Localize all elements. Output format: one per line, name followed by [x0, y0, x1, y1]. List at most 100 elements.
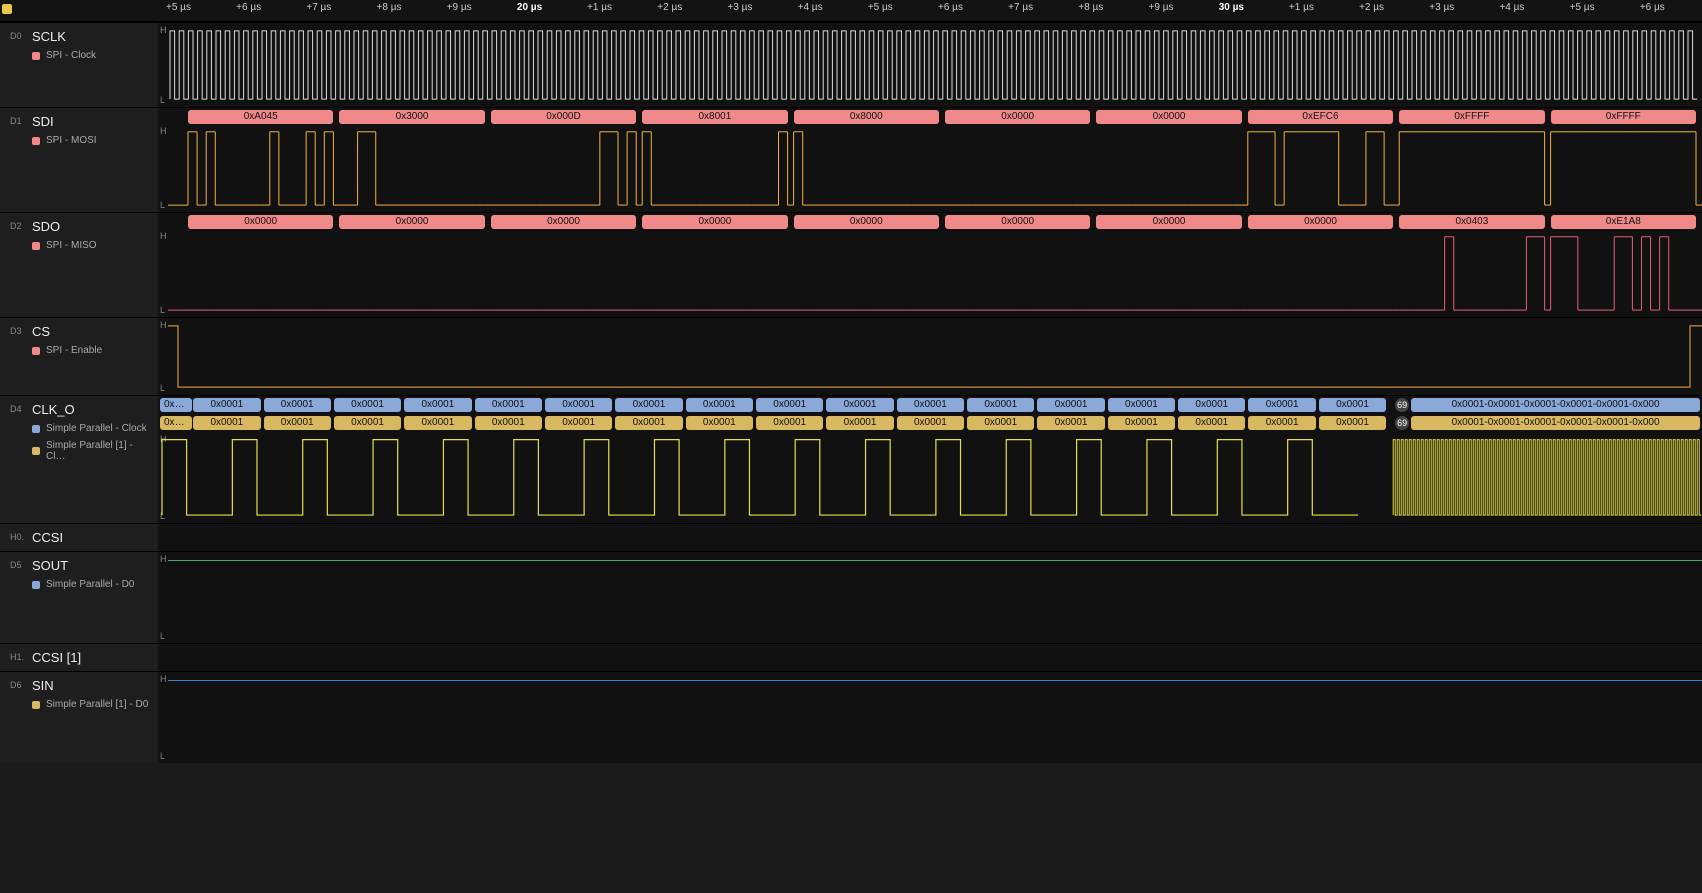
channel-gutter[interactable]: D5 SOUT Simple Parallel - D0	[0, 552, 158, 643]
decoded-value[interactable]: 0x0001	[334, 398, 401, 412]
decoded-value[interactable]: 0x0001	[615, 416, 682, 430]
decoded-value[interactable]: 0x0001	[1248, 398, 1315, 412]
decoded-value[interactable]: 0x0001	[1178, 416, 1245, 430]
decoder-color-swatch	[32, 701, 40, 709]
channel-gutter[interactable]: H0. CCSI	[0, 524, 158, 551]
decoded-value[interactable]: 0xA045	[188, 110, 333, 124]
decoded-value[interactable]: 0x0001	[545, 398, 612, 412]
channel-gutter[interactable]: D4 CLK_O Simple Parallel - Clock Simple …	[0, 396, 158, 523]
decoded-value[interactable]: 0x0001	[1319, 398, 1386, 412]
decoded-value[interactable]: 0xFFFF	[1399, 110, 1544, 124]
level-high-label: H	[160, 554, 167, 564]
decoder-color-swatch	[32, 347, 40, 355]
waveform-track[interactable]: H L	[158, 552, 1702, 643]
ruler-tick: +3 µs	[727, 0, 752, 21]
waveform-track[interactable]	[158, 644, 1702, 671]
decoded-value[interactable]: 0x0001-0x0001-0x0001-0x0001-0x0001-0x000	[1411, 416, 1700, 430]
decoded-value[interactable]: 0x000D	[491, 110, 636, 124]
channel-gutter[interactable]: D2 SDO SPI - MISO	[0, 213, 158, 317]
decoded-value[interactable]: 0x0001	[897, 416, 964, 430]
decoder-tag[interactable]: SPI - MISO	[32, 240, 152, 251]
channel-gutter[interactable]: H1. CCSI [1]	[0, 644, 158, 671]
decoded-value[interactable]: 0x0001	[264, 398, 331, 412]
decoder-label: Simple Parallel - D0	[46, 579, 134, 590]
waveform-track[interactable]: H L	[158, 23, 1702, 107]
channel-gutter[interactable]: D1 SDI SPI - MOSI	[0, 108, 158, 212]
waveform-track[interactable]: H L	[158, 672, 1702, 763]
decoded-value[interactable]: 0xEFC6	[1248, 110, 1393, 124]
channel-row-d6: D6 SIN Simple Parallel [1] - D0 H L	[0, 671, 1702, 763]
decoded-value[interactable]: 0x0000	[188, 215, 333, 229]
decoded-value[interactable]: 0x3000	[339, 110, 484, 124]
decoder-tag[interactable]: Simple Parallel - Clock	[32, 423, 152, 434]
decoded-value[interactable]: 0x0001	[1037, 416, 1104, 430]
decoded-value[interactable]: 0x0001	[1108, 398, 1175, 412]
waveform-track[interactable]: H L 0xA0450x30000x000D0x80010x80000x0000…	[158, 108, 1702, 212]
decoded-value[interactable]: 0x0001	[826, 398, 893, 412]
decoded-value[interactable]: 0x0001-0x0001-0x0001-0x0001-0x0001-0x000	[1411, 398, 1700, 412]
channel-row-d1: D1 SDI SPI - MOSI H L 0xA0450x30000x000D…	[0, 107, 1702, 212]
decoded-value[interactable]: 0x0000	[794, 215, 939, 229]
decoded-value[interactable]: 0x0001	[615, 398, 682, 412]
decoded-value[interactable]: 0x0001	[475, 416, 542, 430]
decoded-value[interactable]: 0x0000	[1096, 110, 1241, 124]
decoded-value[interactable]: 0x0403	[1399, 215, 1544, 229]
decoded-value[interactable]: 0x0001	[193, 416, 260, 430]
ruler-tick: +4 µs	[1499, 0, 1524, 21]
waveform-track[interactable]: H L 0x00010x00010x00010x00010x00010x0001…	[158, 396, 1702, 523]
decoder-tag[interactable]: SPI - MOSI	[32, 135, 152, 146]
decoded-value[interactable]: 0x8001	[642, 110, 787, 124]
decoded-value[interactable]: 0xE1A8	[1551, 215, 1696, 229]
channel-gutter[interactable]: D0 SCLK SPI - Clock	[0, 23, 158, 107]
decoded-value[interactable]: 0x0000	[945, 110, 1090, 124]
decoder-tag[interactable]: SPI - Clock	[32, 50, 152, 61]
decoded-value[interactable]: 0x0001	[160, 398, 192, 412]
decoded-value[interactable]: 0x0001	[1037, 398, 1104, 412]
channel-gutter[interactable]: D6 SIN Simple Parallel [1] - D0	[0, 672, 158, 763]
decoded-value[interactable]: 0x0001	[404, 416, 471, 430]
decoded-value[interactable]: 0x0001	[756, 398, 823, 412]
channel-index: D6	[10, 680, 22, 690]
decoded-value[interactable]: 0x0001	[756, 416, 823, 430]
decoded-value[interactable]: 0x0001	[897, 398, 964, 412]
decoded-value[interactable]: 0xFFFF	[1551, 110, 1696, 124]
channel-gutter[interactable]: D3 CS SPI - Enable	[0, 318, 158, 395]
decoded-value[interactable]: 0x0001	[826, 416, 893, 430]
decoder-tag[interactable]: SPI - Enable	[32, 345, 152, 356]
decoded-value[interactable]: 0x0000	[642, 215, 787, 229]
decoded-value[interactable]: 0x0001	[193, 398, 260, 412]
decoder-tag[interactable]: Simple Parallel [1] - D0	[32, 699, 152, 710]
channel-index: D4	[10, 404, 22, 414]
waveform-track[interactable]: H L	[158, 318, 1702, 395]
decoded-value[interactable]: 0x0001	[545, 416, 612, 430]
timing-marker-icon[interactable]	[2, 4, 12, 14]
decoded-value[interactable]: 0x0001	[686, 416, 753, 430]
decoder-tag[interactable]: Simple Parallel [1] - Cl…	[32, 440, 152, 462]
waveform-track[interactable]: H L 0x00000x00000x00000x00000x00000x0000…	[158, 213, 1702, 317]
decoded-value[interactable]: 0x0000	[1096, 215, 1241, 229]
time-ruler[interactable]: +5 µs+6 µs+7 µs+8 µs+9 µs20 µs+1 µs+2 µs…	[0, 0, 1702, 22]
decoded-value[interactable]: 0x0001	[1178, 398, 1245, 412]
decoded-value[interactable]: 0x0001	[160, 416, 192, 430]
decoded-value[interactable]: 0x0000	[491, 215, 636, 229]
decoder-label: SPI - Clock	[46, 50, 96, 61]
decoder-tag[interactable]: Simple Parallel - D0	[32, 579, 152, 590]
decoded-value[interactable]: 0x0001	[967, 416, 1034, 430]
ruler-track[interactable]: +5 µs+6 µs+7 µs+8 µs+9 µs20 µs+1 µs+2 µs…	[158, 0, 1702, 21]
decoded-value[interactable]: 0x0001	[334, 416, 401, 430]
waveform-track[interactable]	[158, 524, 1702, 551]
decoded-value[interactable]: 0x0001	[1319, 416, 1386, 430]
decoded-value[interactable]: 0x0000	[1248, 215, 1393, 229]
decoded-value[interactable]: 0x0001	[1248, 416, 1315, 430]
decoded-value[interactable]: 0x0001	[1108, 416, 1175, 430]
ruler-tick: +6 µs	[938, 0, 963, 21]
decoded-value[interactable]: 0x0001	[475, 398, 542, 412]
decoded-value[interactable]: 0x0001	[264, 416, 331, 430]
decoded-value[interactable]: 0x0001	[686, 398, 753, 412]
decoded-value[interactable]: 0x8000	[794, 110, 939, 124]
decoded-value[interactable]: 0x0001	[404, 398, 471, 412]
ruler-tick: +8 µs	[377, 0, 402, 21]
decoded-value[interactable]: 0x0001	[967, 398, 1034, 412]
decoded-value[interactable]: 0x0000	[339, 215, 484, 229]
decoded-value[interactable]: 0x0000	[945, 215, 1090, 229]
